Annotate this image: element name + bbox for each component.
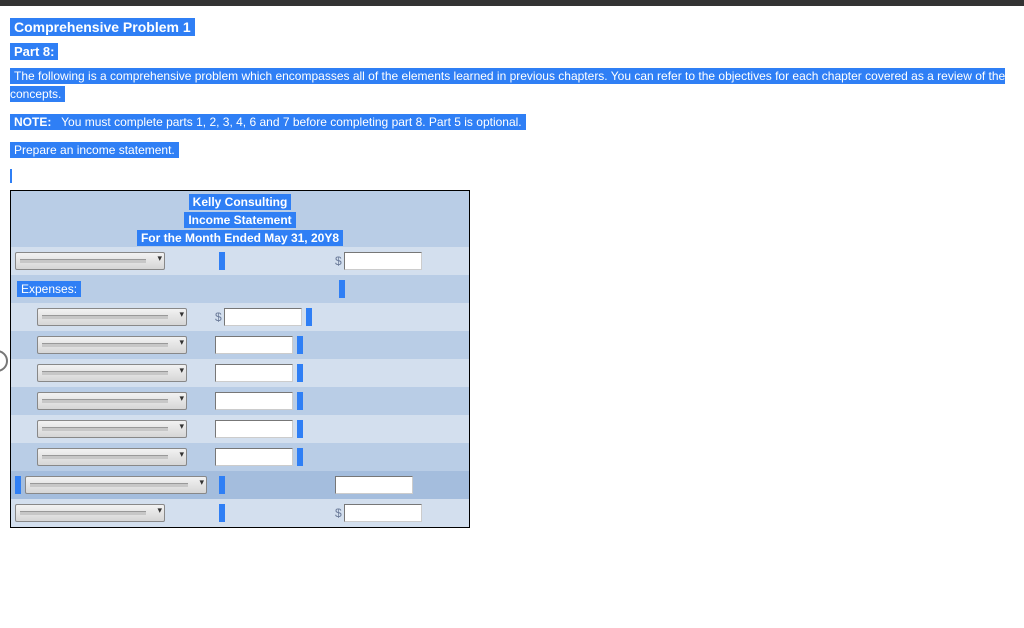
amount-input[interactable] (215, 392, 293, 410)
expenses-label: Expenses: (17, 281, 81, 297)
dollar-icon: $ (215, 310, 222, 324)
statement-company: Kelly Consulting (189, 194, 292, 210)
account-dropdown[interactable] (37, 420, 187, 438)
amount-input[interactable] (215, 364, 293, 382)
selection-stub (297, 392, 303, 410)
instruction-text: Prepare an income statement. (10, 142, 179, 158)
selection-stub (306, 308, 312, 326)
text-cursor (10, 169, 12, 183)
account-dropdown[interactable] (15, 252, 165, 270)
account-dropdown[interactable] (37, 336, 187, 354)
amount-input[interactable] (344, 504, 422, 522)
selection-stub (297, 420, 303, 438)
part-title: Part 8: (10, 43, 58, 60)
account-dropdown[interactable] (37, 392, 187, 410)
amount-input[interactable] (335, 476, 413, 494)
table-row (11, 443, 469, 471)
statement-report: Income Statement (184, 212, 295, 228)
table-row (11, 331, 469, 359)
selection-stub (339, 280, 345, 298)
table-row: Expenses: (11, 275, 469, 303)
selection-stub (219, 476, 225, 494)
amount-input[interactable] (215, 420, 293, 438)
amount-input[interactable] (215, 336, 293, 354)
table-row: $ (11, 499, 469, 527)
amount-input[interactable] (215, 448, 293, 466)
table-row: $ (11, 303, 469, 331)
selection-stub (297, 336, 303, 354)
table-row (11, 359, 469, 387)
table-row (11, 415, 469, 443)
note-body: You must complete parts 1, 2, 3, 4, 6 an… (61, 115, 522, 129)
selection-stub (297, 448, 303, 466)
selection-stub (15, 476, 21, 494)
statement-period: For the Month Ended May 31, 20Y8 (137, 230, 343, 246)
note-label: NOTE: (14, 115, 51, 129)
selection-stub (219, 252, 225, 270)
table-row (11, 471, 469, 499)
account-dropdown[interactable] (37, 308, 187, 326)
problem-title: Comprehensive Problem 1 (10, 18, 195, 36)
table-row: $ (11, 247, 469, 275)
income-statement-table: Kelly Consulting Income Statement For th… (10, 190, 470, 528)
amount-input[interactable] (344, 252, 422, 270)
selection-stub (219, 504, 225, 522)
amount-input[interactable] (224, 308, 302, 326)
account-dropdown[interactable] (25, 476, 207, 494)
intro-text: The following is a comprehensive problem… (10, 68, 1005, 102)
selection-stub (297, 364, 303, 382)
table-row (11, 387, 469, 415)
dollar-icon: $ (335, 506, 342, 520)
dollar-icon: $ (335, 254, 342, 268)
account-dropdown[interactable] (37, 448, 187, 466)
account-dropdown[interactable] (15, 504, 165, 522)
note-line: NOTE: You must complete parts 1, 2, 3, 4… (10, 114, 526, 130)
account-dropdown[interactable] (37, 364, 187, 382)
